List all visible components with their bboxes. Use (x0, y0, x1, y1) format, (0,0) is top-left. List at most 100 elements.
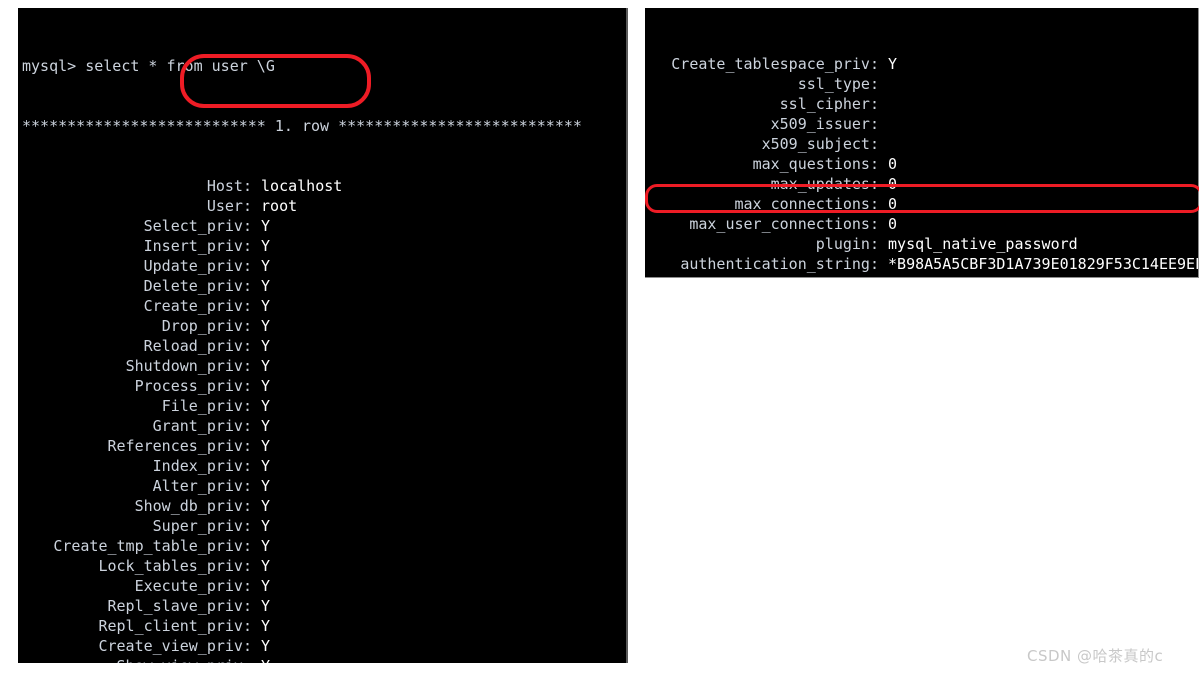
field-row: Execute_priv: Y (22, 576, 626, 596)
field-row: Index_priv: Y (22, 456, 626, 476)
field-value: localhost (261, 177, 343, 195)
field-label: Create_tmp_table_priv: (53, 537, 252, 555)
field-label: Drop_priv: (161, 317, 252, 335)
field-value: 0 (888, 155, 898, 173)
field-value: Y (261, 237, 271, 255)
field-value: Y (261, 637, 271, 655)
field-row: max_user_connections: 0 (647, 214, 1198, 234)
field-label: Create_priv: (143, 297, 252, 315)
field-row: Create_view_priv: Y (22, 636, 626, 656)
field-label: max_updates: (770, 175, 879, 193)
field-row: max_updates: 0 (647, 174, 1198, 194)
field-value: root (261, 197, 298, 215)
field-row: Super_priv: Y (22, 516, 626, 536)
csdn-watermark: CSDN @哈茶真的c (1027, 647, 1164, 665)
field-value: Y (261, 437, 271, 455)
field-label: Index_priv: (152, 457, 252, 475)
field-label: Show_db_priv: (134, 497, 252, 515)
field-label: x509_subject: (761, 135, 879, 153)
field-label: authentication_string: (680, 255, 879, 273)
field-row: File_priv: Y (22, 396, 626, 416)
field-row: password_expired: Y (647, 274, 1198, 277)
field-value: Y (261, 397, 271, 415)
field-label: ssl_cipher: (779, 95, 879, 113)
field-row: Drop_priv: Y (22, 316, 626, 336)
field-label: max_user_connections: (689, 215, 879, 233)
field-row: x509_issuer: (647, 114, 1198, 134)
field-label: x509_issuer: (770, 115, 879, 133)
right-field-list: Create_tablespace_priv: Yssl_type: ssl_c… (647, 54, 1198, 277)
field-label: ssl_type: (797, 75, 879, 93)
field-row: Alter_priv: Y (22, 476, 626, 496)
field-value: Y (261, 517, 271, 535)
field-row: Repl_slave_priv: Y (22, 596, 626, 616)
field-label: Alter_priv: (152, 477, 252, 495)
field-value: Y (261, 317, 271, 335)
field-value: Y (261, 257, 271, 275)
field-label: File_priv: (161, 397, 252, 415)
field-label: References_priv: (107, 437, 253, 455)
field-label: Update_priv: (143, 257, 252, 275)
field-label: Lock_tables_priv: (98, 557, 252, 575)
field-value: Y (888, 275, 897, 277)
field-row: Reload_priv: Y (22, 336, 626, 356)
field-row: authentication_string: *B98A5A5CBF3D1A73… (647, 254, 1198, 274)
field-label: Grant_priv: (152, 417, 252, 435)
field-row: Insert_priv: Y (22, 236, 626, 256)
field-row: Grant_priv: Y (22, 416, 626, 436)
field-row: Show_view_priv: Y (22, 656, 626, 663)
field-row: Create_tablespace_priv: Y (647, 54, 1198, 74)
field-row: Shutdown_priv: Y (22, 356, 626, 376)
field-label: Reload_priv: (143, 337, 252, 355)
field-row: x509_subject: (647, 134, 1198, 154)
field-row: Select_priv: Y (22, 216, 626, 236)
field-value: Y (261, 657, 270, 663)
field-value: Y (261, 357, 271, 375)
field-value: Y (261, 377, 271, 395)
field-value: Y (261, 477, 271, 495)
field-row: max_questions: 0 (647, 154, 1198, 174)
left-field-list: Host: localhost User: root Select_priv: YI… (22, 176, 626, 663)
right-terminal-panel[interactable]: Create_tablespace_priv: Yssl_type: ssl_c… (645, 8, 1199, 278)
field-value: Y (261, 577, 271, 595)
row-separator-line: *************************** 1. row *****… (22, 117, 582, 135)
field-value: Y (261, 557, 271, 575)
field-row: Update_priv: Y (22, 256, 626, 276)
field-label: Create_view_priv: (98, 637, 252, 655)
field-row: User: root (22, 196, 626, 216)
field-label: Execute_priv: (134, 577, 252, 595)
field-value: Y (261, 297, 271, 315)
field-value: 0 (888, 195, 898, 213)
field-label: Select_priv: (143, 217, 252, 235)
field-row: Delete_priv: Y (22, 276, 626, 296)
field-label: max_questions: (752, 155, 879, 173)
field-value: Y (261, 457, 271, 475)
field-row: Create_tmp_table_priv: Y (22, 536, 626, 556)
field-row: Host: localhost (22, 176, 626, 196)
field-value: Y (261, 497, 271, 515)
field-value: Y (261, 537, 271, 555)
field-row: Process_priv: Y (22, 376, 626, 396)
field-label: Process_priv: (134, 377, 252, 395)
field-value: Y (261, 617, 271, 635)
field-row: ssl_type: (647, 74, 1198, 94)
field-label: Shutdown_priv: (125, 357, 252, 375)
field-value: Y (261, 417, 271, 435)
field-label: Repl_client_priv: (98, 617, 252, 635)
field-label: Insert_priv: (143, 237, 252, 255)
field-value: 0 (888, 215, 898, 233)
field-label: password_expired: (647, 274, 879, 277)
field-row: Repl_client_priv: Y (22, 616, 626, 636)
field-value: mysql_native_password (888, 235, 1078, 253)
field-label: plugin: (815, 235, 879, 253)
mysql-prompt-line: mysql> select * from user \G (22, 57, 275, 75)
field-value: Y (261, 337, 271, 355)
field-value: 0 (888, 175, 898, 193)
field-label: User: (206, 197, 252, 215)
field-value: Y (261, 277, 271, 295)
field-row: Create_priv: Y (22, 296, 626, 316)
field-label: Super_priv: (152, 517, 252, 535)
field-value: Y (888, 55, 898, 73)
field-value: Y (261, 597, 271, 615)
left-terminal-panel[interactable]: mysql> select * from user \G ***********… (18, 8, 628, 663)
